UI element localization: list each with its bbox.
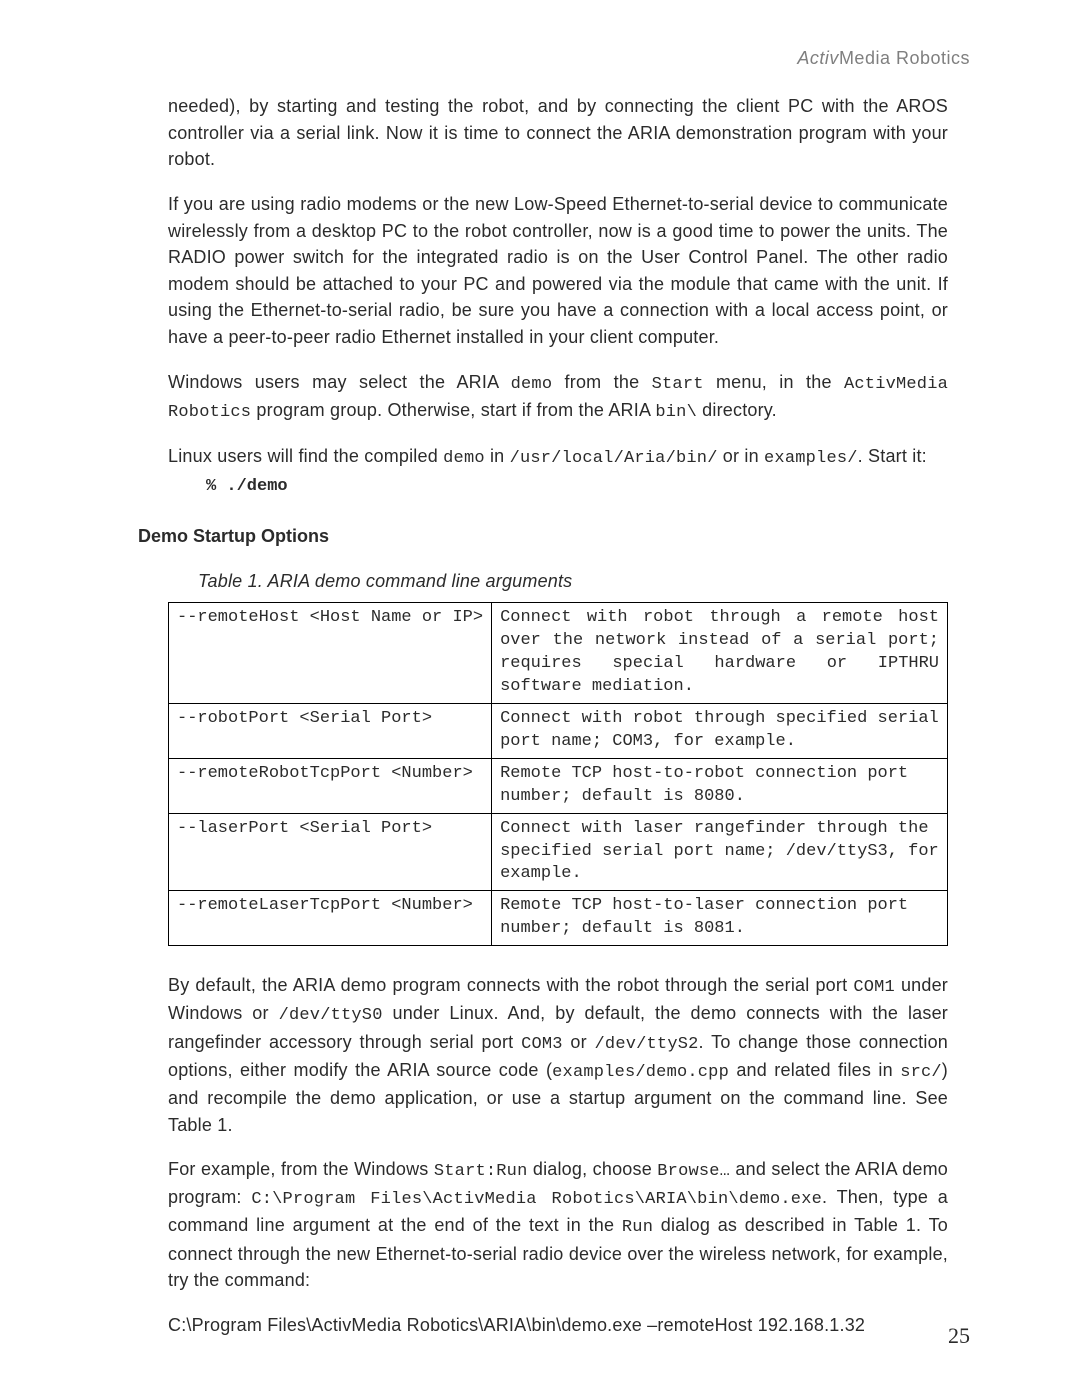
inline-code: src/ bbox=[900, 1063, 942, 1082]
text: program group. Otherwise, start if from … bbox=[251, 400, 655, 420]
brand-rest: Media Robotics bbox=[839, 48, 970, 68]
table-row: --remoteLaserTcpPort <Number>Remote TCP … bbox=[169, 891, 948, 946]
text: or bbox=[563, 1032, 595, 1052]
inline-code: Start bbox=[652, 375, 704, 394]
option-cell: --remoteRobotTcpPort <Number> bbox=[169, 758, 492, 813]
inline-code: examples/ bbox=[764, 449, 858, 468]
option-cell: --remoteHost <Host Name or IP> bbox=[169, 603, 492, 704]
text: By default, the ARIA demo program connec… bbox=[168, 975, 853, 995]
description-cell: Connect with laser rangefinder through t… bbox=[492, 813, 948, 891]
option-cell: --laserPort <Serial Port> bbox=[169, 813, 492, 891]
paragraph: needed), by starting and testing the rob… bbox=[168, 93, 948, 173]
inline-code: Run bbox=[622, 1218, 653, 1237]
text: Linux users will find the compiled bbox=[168, 446, 443, 466]
arguments-table: --remoteHost <Host Name or IP>Connect wi… bbox=[168, 602, 948, 946]
inline-code: /usr/local/Aria/bin/ bbox=[510, 449, 718, 468]
table-row: --remoteHost <Host Name or IP>Connect wi… bbox=[169, 603, 948, 704]
paragraph: Windows users may select the ARIA demo f… bbox=[168, 369, 948, 425]
inline-code: Browse… bbox=[657, 1162, 730, 1181]
text: . Start it: bbox=[858, 446, 927, 466]
text: If you are using radio modems or the new… bbox=[168, 194, 948, 347]
text: directory. bbox=[697, 400, 777, 420]
section-heading: Demo Startup Options bbox=[138, 526, 948, 547]
option-cell: --remoteLaserTcpPort <Number> bbox=[169, 891, 492, 946]
option-cell: --robotPort <Serial Port> bbox=[169, 703, 492, 758]
description-cell: Connect with robot through a remote host… bbox=[492, 603, 948, 704]
paragraph: C:\Program Files\ActivMedia Robotics\ARI… bbox=[168, 1312, 948, 1339]
inline-code: bin\ bbox=[655, 403, 697, 422]
table-row: --remoteRobotTcpPort <Number>Remote TCP … bbox=[169, 758, 948, 813]
page-number: 25 bbox=[948, 1323, 970, 1349]
inline-code: COM1 bbox=[853, 978, 895, 997]
text: dialog, choose bbox=[528, 1159, 658, 1179]
description-cell: Remote TCP host-to-laser connection port… bbox=[492, 891, 948, 946]
inline-code: examples/demo.cpp bbox=[552, 1063, 729, 1082]
table-row: --laserPort <Serial Port>Connect with la… bbox=[169, 813, 948, 891]
command-line: % ./demo bbox=[206, 477, 948, 496]
paragraph: By default, the ARIA demo program connec… bbox=[168, 972, 948, 1138]
inline-code: /dev/ttyS0 bbox=[279, 1006, 383, 1025]
paragraph: For example, from the Windows Start:Run … bbox=[168, 1156, 948, 1294]
table-row: --robotPort <Serial Port>Connect with ro… bbox=[169, 703, 948, 758]
paragraph: Linux users will find the compiled demo … bbox=[168, 443, 948, 471]
inline-code: COM3 bbox=[521, 1035, 563, 1054]
brand-italic: Activ bbox=[797, 48, 839, 68]
page-body: needed), by starting and testing the rob… bbox=[168, 93, 948, 1339]
text: and related files in bbox=[729, 1060, 900, 1080]
text: from the bbox=[552, 372, 651, 392]
inline-code: demo bbox=[443, 449, 485, 468]
inline-code: Start:Run bbox=[434, 1162, 528, 1181]
inline-code: demo bbox=[511, 375, 553, 394]
text: needed), by starting and testing the rob… bbox=[168, 96, 948, 169]
text: Windows users may select the ARIA bbox=[168, 372, 511, 392]
page-header: ActivMedia Robotics bbox=[110, 48, 970, 69]
text: or in bbox=[718, 446, 764, 466]
text: C:\Program Files\ActivMedia Robotics\ARI… bbox=[168, 1315, 865, 1335]
page: ActivMedia Robotics needed), by starting… bbox=[0, 0, 1080, 1397]
paragraph: If you are using radio modems or the new… bbox=[168, 191, 948, 351]
text: For example, from the Windows bbox=[168, 1159, 434, 1179]
inline-code: /dev/ttyS2 bbox=[595, 1035, 699, 1054]
table-caption: Table 1. ARIA demo command line argument… bbox=[198, 571, 948, 592]
description-cell: Connect with robot through specified ser… bbox=[492, 703, 948, 758]
text: in bbox=[485, 446, 510, 466]
description-cell: Remote TCP host-to-robot connection port… bbox=[492, 758, 948, 813]
text: menu, in the bbox=[704, 372, 844, 392]
inline-code: C:\Program Files\ActivMedia Robotics\ARI… bbox=[251, 1190, 822, 1209]
